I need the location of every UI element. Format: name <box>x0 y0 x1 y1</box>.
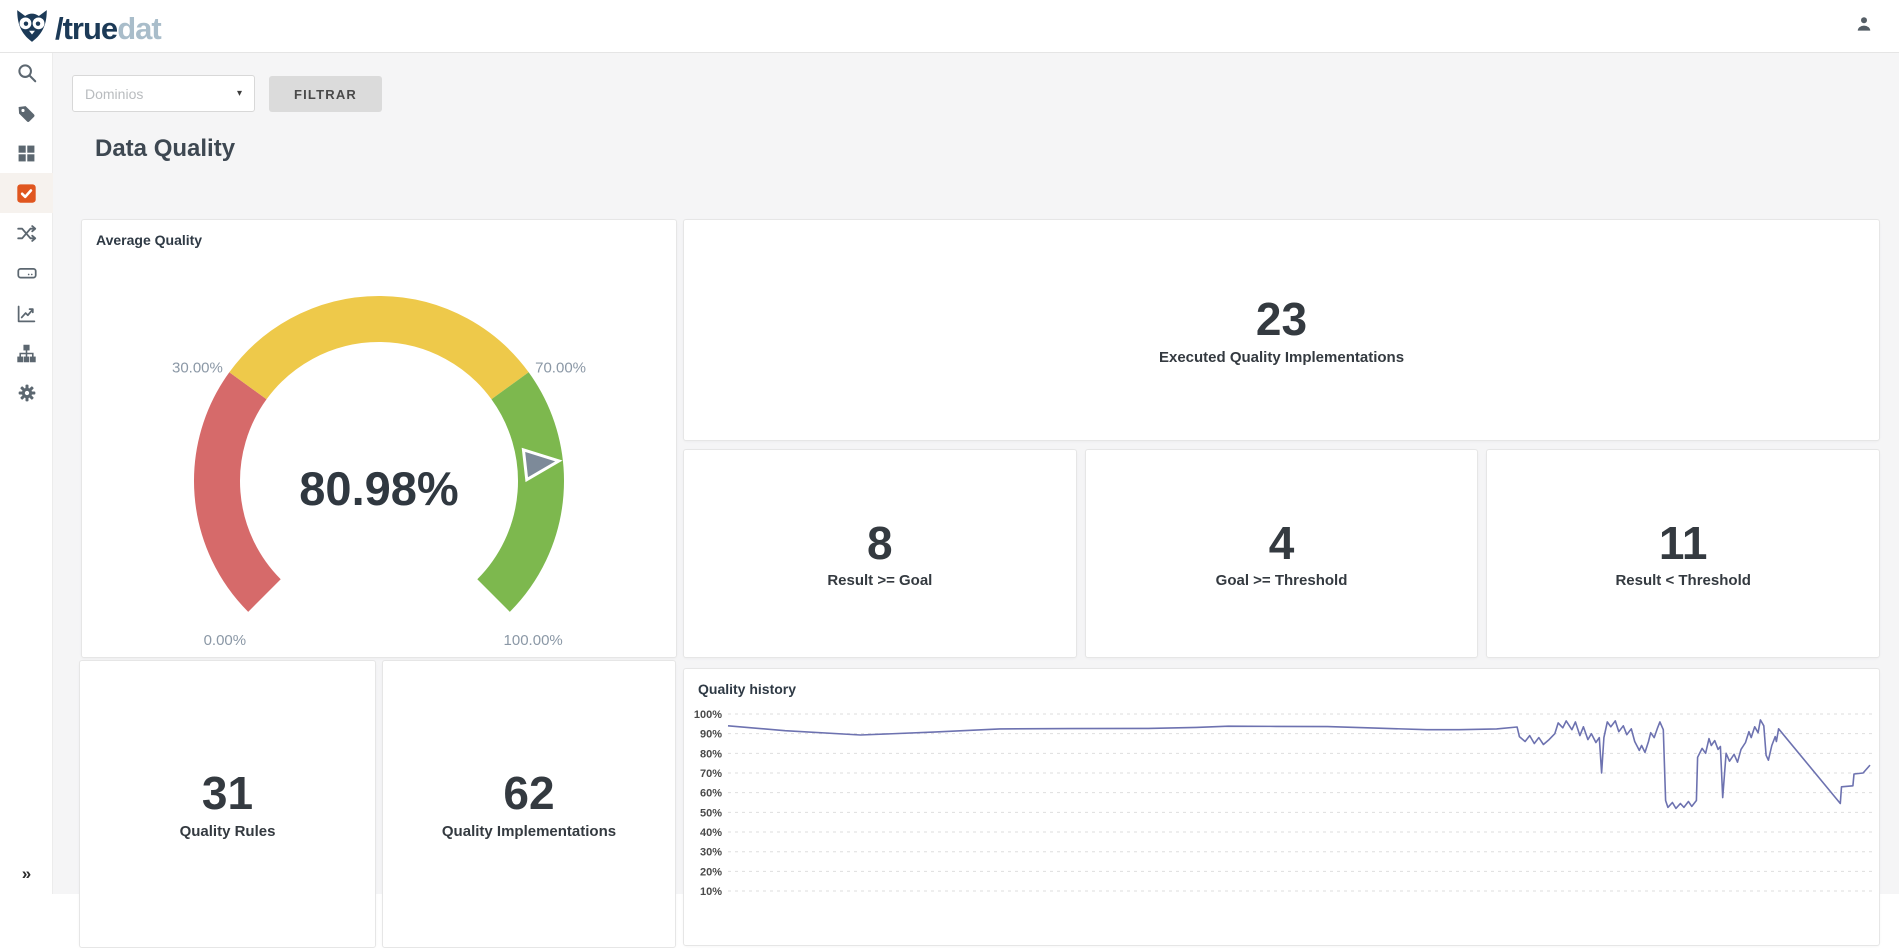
sidebar-item-glossary[interactable] <box>0 93 53 133</box>
grid-icon <box>17 144 36 163</box>
goal-threshold-card: 4 Goal >= Threshold <box>1085 449 1479 658</box>
svg-text:50%: 50% <box>700 807 722 819</box>
svg-text:70.00%: 70.00% <box>535 360 586 377</box>
gear-icon <box>17 383 37 403</box>
owl-logo-icon <box>13 7 51 50</box>
sidebar-item-sources[interactable] <box>0 253 53 293</box>
result-goal-value: 8 <box>867 518 893 569</box>
svg-text:20%: 20% <box>700 866 722 878</box>
svg-text:30%: 30% <box>700 847 722 859</box>
executed-implementations-card: 23 Executed Quality Implementations <box>683 219 1880 441</box>
server-icon <box>16 262 38 284</box>
quality-implementations-value: 62 <box>503 768 554 819</box>
svg-text:10%: 10% <box>700 886 722 898</box>
result-goal-label: Result >= Goal <box>827 572 932 589</box>
svg-text:70%: 70% <box>700 768 722 780</box>
chart-line-icon <box>16 303 37 324</box>
sidebar-item-dashboards[interactable] <box>0 293 53 333</box>
sidebar-item-domains[interactable] <box>0 333 53 373</box>
svg-text:80.98%: 80.98% <box>299 462 458 515</box>
sidebar-item-search[interactable] <box>0 53 53 93</box>
quality-check-icon <box>16 183 37 204</box>
quality-history-card: Quality history 100% 90% 80% 70% 60% 50% 40% 30… <box>683 668 1880 946</box>
svg-text:40%: 40% <box>700 827 722 839</box>
page-title: Data Quality <box>95 135 235 163</box>
quality-history-chart: 100% 90% 80% 70% 60% 50% 40% 30% 20% 10% <box>684 703 1881 947</box>
svg-text:100.00%: 100.00% <box>504 632 563 649</box>
sitemap-icon <box>16 343 37 364</box>
user-menu-button[interactable] <box>1851 13 1877 39</box>
result-threshold-value: 11 <box>1659 518 1708 569</box>
search-icon <box>16 62 38 84</box>
history-card-title: Quality history <box>698 681 796 697</box>
goal-threshold-label: Goal >= Threshold <box>1216 572 1348 589</box>
quality-rules-label: Quality Rules <box>180 823 276 840</box>
filter-button[interactable]: FILTRAR <box>269 76 382 112</box>
executed-implementations-label: Executed Quality Implementations <box>1159 349 1404 366</box>
domain-select-placeholder: Dominios <box>85 86 237 102</box>
sidebar-item-settings[interactable] <box>0 373 53 413</box>
user-icon <box>1854 14 1874 39</box>
result-goal-card: 8 Result >= Goal <box>683 449 1077 658</box>
sidebar-expand-button[interactable]: » <box>0 860 53 888</box>
svg-text:60%: 60% <box>700 788 722 800</box>
shuffle-icon <box>16 223 37 244</box>
svg-text:90%: 90% <box>700 729 722 741</box>
double-chevron-right-icon: » <box>22 864 31 884</box>
top-navbar: /truedat <box>0 0 1899 53</box>
result-stats-row: 8 Result >= Goal 4 Goal >= Threshold 11 … <box>683 449 1880 658</box>
quality-implementations-card: 62 Quality Implementations <box>382 660 676 948</box>
logo-text: /truedat <box>55 11 161 47</box>
truedat-logo[interactable]: /truedat <box>13 7 161 50</box>
svg-text:0.00%: 0.00% <box>204 632 247 649</box>
result-threshold-label: Result < Threshold <box>1615 572 1750 589</box>
goal-threshold-value: 4 <box>1269 518 1295 569</box>
svg-text:30.00%: 30.00% <box>172 360 223 377</box>
executed-implementations-value: 23 <box>1256 294 1307 345</box>
sidebar-item-catalog[interactable] <box>0 133 53 173</box>
average-quality-card: Average Quality 0.00%30.00%70.00%100.00%… <box>81 219 677 658</box>
sidebar-item-lineage[interactable] <box>0 213 53 253</box>
left-sidebar: » <box>0 53 53 894</box>
main-content: Dominios ▾ FILTRAR Data Quality Average … <box>53 53 1899 894</box>
domain-select[interactable]: Dominios ▾ <box>72 75 255 112</box>
quality-rules-value: 31 <box>202 768 253 819</box>
result-threshold-card: 11 Result < Threshold <box>1486 449 1880 658</box>
average-quality-gauge: 0.00% 30.00% 70.00% 100.00% 80.98% <box>82 220 678 659</box>
quality-rules-card: 31 Quality Rules <box>79 660 376 948</box>
chevron-down-icon: ▾ <box>237 88 242 99</box>
quality-implementations-label: Quality Implementations <box>442 823 616 840</box>
sidebar-item-quality[interactable] <box>0 173 53 213</box>
tag-icon <box>16 103 37 124</box>
svg-text:100%: 100% <box>694 709 722 721</box>
svg-text:80%: 80% <box>700 748 722 760</box>
